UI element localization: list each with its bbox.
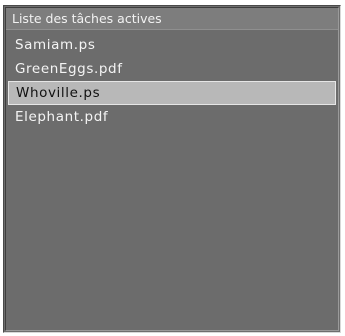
- list-item-whoville[interactable]: Whoville.ps: [8, 81, 336, 105]
- list-item-elephant[interactable]: Elephant.pdf: [8, 105, 336, 129]
- list-header: Liste des tâches actives: [6, 8, 338, 30]
- active-tasks-panel: Liste des tâches actives Samiam.ps Green…: [0, 0, 345, 336]
- list-item-samiam[interactable]: Samiam.ps: [8, 33, 336, 57]
- task-list: Samiam.ps GreenEggs.pdf Whoville.ps Elep…: [6, 33, 338, 129]
- listbox-inner: Liste des tâches actives Samiam.ps Green…: [5, 7, 339, 331]
- active-tasks-listbox[interactable]: Liste des tâches actives Samiam.ps Green…: [3, 5, 341, 333]
- list-item-greeneggs[interactable]: GreenEggs.pdf: [8, 57, 336, 81]
